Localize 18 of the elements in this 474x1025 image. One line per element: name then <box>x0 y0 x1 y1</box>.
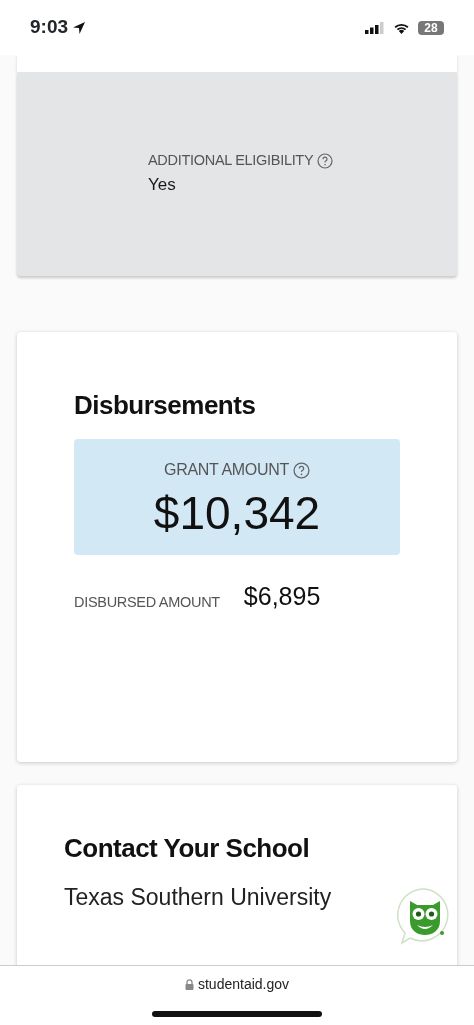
wifi-icon <box>393 21 410 34</box>
help-icon[interactable] <box>317 153 334 170</box>
grant-amount-label: GRANT AMOUNT <box>164 460 289 481</box>
section-title: Contact Your School <box>64 833 311 865</box>
lock-icon <box>184 979 194 990</box>
disbursed-amount-value: $6,895 <box>243 581 321 613</box>
grant-amount-value: $10,342 <box>153 490 321 537</box>
signal-icon <box>365 21 385 34</box>
section-title: Disbursements <box>74 390 257 422</box>
eligibility-label: ADDITIONAL ELIGIBILITY <box>148 151 314 171</box>
battery-level: 28 <box>418 20 444 35</box>
clock-time: 9:03 <box>30 15 69 40</box>
eligibility-value: Yes <box>148 174 177 197</box>
url-text[interactable]: studentaid.gov <box>197 974 290 995</box>
location-arrow-icon <box>72 20 87 35</box>
disbursed-amount-label: DISBURSED AMOUNT <box>74 593 220 613</box>
help-icon[interactable] <box>293 461 310 479</box>
school-name: Texas Southern University <box>64 883 333 913</box>
